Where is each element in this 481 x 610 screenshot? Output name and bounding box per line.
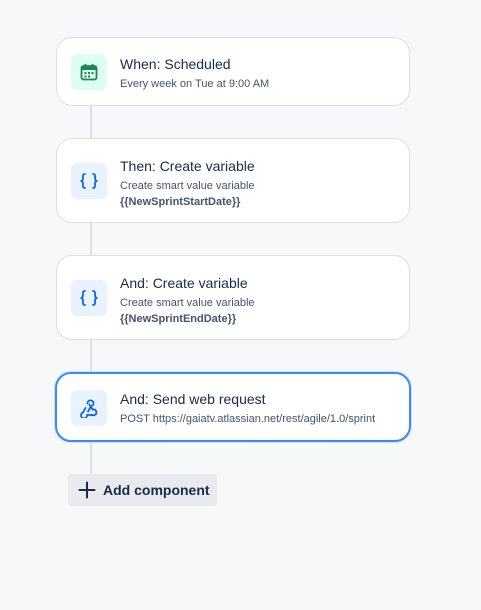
add-component-button[interactable]: Add component <box>68 474 217 506</box>
action-card-send-web-request[interactable]: And: Send web request POST https://gaiat… <box>55 372 411 442</box>
component-title: And: Send web request <box>120 391 266 407</box>
variable-name: {{NewSprintEndDate}} <box>120 313 237 325</box>
trigger-card-scheduled[interactable]: When: Scheduled Every week on Tue at 9:0… <box>56 37 410 106</box>
component-subtitle: POST https://gaiatv.atlassian.net/rest/a… <box>120 413 376 425</box>
webhook-icon <box>80 399 98 418</box>
automation-rule-canvas: When: Scheduled Every week on Tue at 9:0… <box>0 0 481 610</box>
calendar-icon-box <box>71 54 107 90</box>
connector-line <box>90 441 92 475</box>
component-title: Then: Create variable <box>120 158 255 174</box>
component-subtitle: Create smart value variable <box>120 297 255 309</box>
connector-line <box>90 105 92 139</box>
component-subtitle: Create smart value variable <box>120 180 255 192</box>
curly-braces-icon <box>80 290 98 306</box>
action-card-create-variable-end[interactable]: And: Create variable Create smart value … <box>56 255 410 340</box>
curly-braces-icon <box>80 173 98 189</box>
add-component-label: Add component <box>103 482 210 498</box>
component-title: When: Scheduled <box>120 56 231 72</box>
variable-name: {{NewSprintStartDate}} <box>120 196 241 208</box>
connector-line <box>90 339 92 373</box>
connector-line <box>90 222 92 256</box>
curly-braces-icon-box <box>71 163 107 199</box>
webhook-icon-box <box>71 390 107 426</box>
curly-braces-icon-box <box>71 280 107 316</box>
action-card-create-variable-start[interactable]: Then: Create variable Create smart value… <box>56 138 410 223</box>
calendar-icon <box>80 63 98 81</box>
component-title: And: Create variable <box>120 275 248 291</box>
plus-icon <box>78 481 96 499</box>
component-subtitle: Every week on Tue at 9:00 AM <box>120 78 270 90</box>
